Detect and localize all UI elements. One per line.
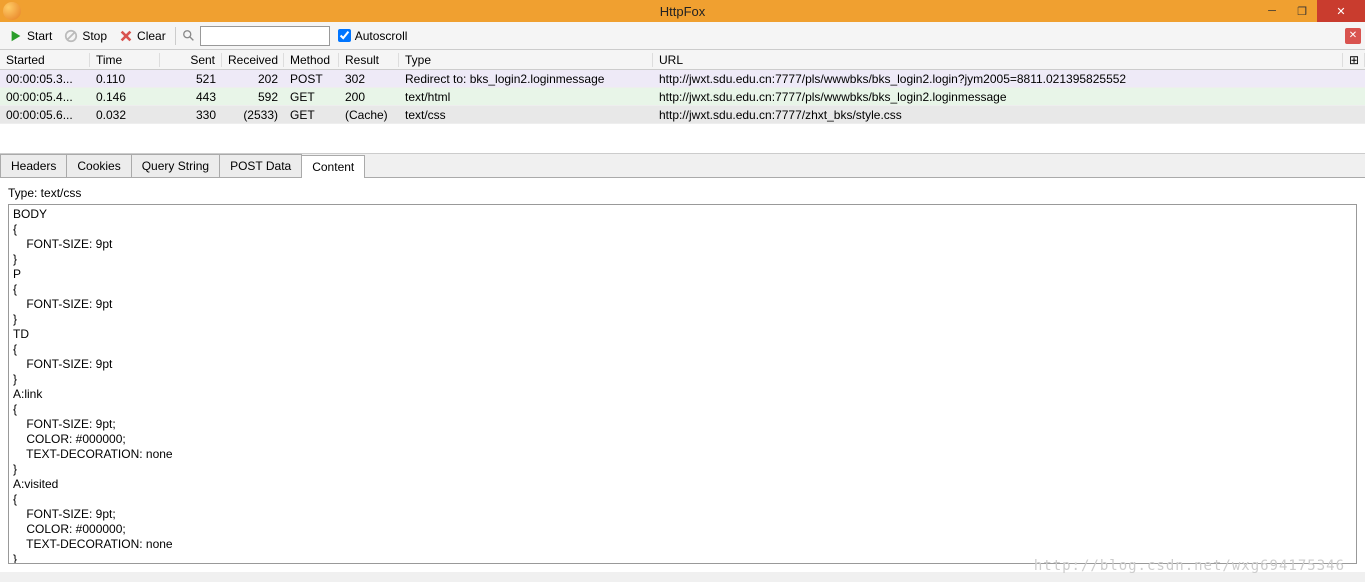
cell-result: 200 — [339, 90, 399, 104]
requests-grid: Started Time Sent Received Method Result… — [0, 50, 1365, 124]
header-result[interactable]: Result — [339, 53, 399, 67]
tab-post-data[interactable]: POST Data — [219, 154, 302, 177]
header-type[interactable]: Type — [399, 53, 653, 67]
window-title: HttpFox — [660, 4, 706, 19]
panel-close-button[interactable]: ✕ — [1345, 28, 1361, 44]
columns-picker-icon[interactable]: ⊞ — [1343, 53, 1365, 67]
window-controls: ─ ❐ ✕ — [1257, 0, 1365, 22]
detail-tabs: Headers Cookies Query String POST Data C… — [0, 154, 1365, 178]
cell-received: (2533) — [222, 108, 284, 122]
cell-method: POST — [284, 72, 339, 86]
search-input[interactable] — [200, 26, 330, 46]
cell-sent: 330 — [160, 108, 222, 122]
header-started[interactable]: Started — [0, 53, 90, 67]
table-row[interactable]: 00:00:05.6... 0.032 330 (2533) GET (Cach… — [0, 106, 1365, 124]
watermark: http://blog.csdn.net/wxg694175346 — [1034, 558, 1345, 574]
cell-started: 00:00:05.4... — [0, 90, 90, 104]
close-button[interactable]: ✕ — [1317, 0, 1365, 22]
tab-query-string[interactable]: Query String — [131, 154, 220, 177]
cell-type: Redirect to: bks_login2.loginmessage — [399, 72, 653, 86]
minimize-button[interactable]: ─ — [1257, 0, 1287, 22]
search-icon — [182, 29, 196, 43]
cell-result: 302 — [339, 72, 399, 86]
header-received[interactable]: Received — [222, 53, 284, 67]
autoscroll-checkbox[interactable] — [338, 29, 351, 42]
header-method[interactable]: Method — [284, 53, 339, 67]
cell-type: text/css — [399, 108, 653, 122]
titlebar: HttpFox ─ ❐ ✕ — [0, 0, 1365, 22]
content-type-label: Type: text/css — [8, 186, 1357, 200]
cell-received: 592 — [222, 90, 284, 104]
header-url[interactable]: URL — [653, 53, 1343, 67]
firefox-icon — [3, 2, 21, 20]
cell-time: 0.032 — [90, 108, 160, 122]
clear-icon — [119, 29, 133, 43]
cell-time: 0.110 — [90, 72, 160, 86]
start-button[interactable]: Start — [4, 27, 57, 45]
toolbar: Start Stop Clear Autoscroll ✕ — [0, 22, 1365, 50]
stop-button[interactable]: Stop — [59, 27, 112, 45]
toolbar-right: ✕ — [1345, 28, 1361, 44]
cell-method: GET — [284, 108, 339, 122]
maximize-button[interactable]: ❐ — [1287, 0, 1317, 22]
autoscroll-label: Autoscroll — [355, 29, 408, 43]
play-icon — [9, 29, 23, 43]
cell-url: http://jwxt.sdu.edu.cn:7777/pls/wwwbks/b… — [653, 90, 1343, 104]
tab-content[interactable]: Content — [301, 155, 365, 178]
cell-method: GET — [284, 90, 339, 104]
start-label: Start — [27, 29, 52, 43]
cell-sent: 443 — [160, 90, 222, 104]
clear-label: Clear — [137, 29, 166, 43]
cell-url: http://jwxt.sdu.edu.cn:7777/pls/wwwbks/b… — [653, 72, 1343, 86]
table-row[interactable]: 00:00:05.3... 0.110 521 202 POST 302 Red… — [0, 70, 1365, 88]
cell-started: 00:00:05.3... — [0, 72, 90, 86]
grid-spacer — [0, 124, 1365, 154]
cell-received: 202 — [222, 72, 284, 86]
tab-cookies[interactable]: Cookies — [66, 154, 131, 177]
stop-icon — [64, 29, 78, 43]
stop-label: Stop — [82, 29, 107, 43]
header-time[interactable]: Time — [90, 53, 160, 67]
autoscroll-option[interactable]: Autoscroll — [338, 29, 408, 43]
clear-button[interactable]: Clear — [114, 27, 171, 45]
content-body[interactable]: BODY { FONT-SIZE: 9pt } P { FONT-SIZE: 9… — [8, 204, 1357, 564]
cell-time: 0.146 — [90, 90, 160, 104]
tab-headers[interactable]: Headers — [0, 154, 67, 177]
separator — [175, 27, 176, 45]
grid-header: Started Time Sent Received Method Result… — [0, 50, 1365, 70]
cell-type: text/html — [399, 90, 653, 104]
table-row[interactable]: 00:00:05.4... 0.146 443 592 GET 200 text… — [0, 88, 1365, 106]
header-sent[interactable]: Sent — [160, 53, 222, 67]
cell-started: 00:00:05.6... — [0, 108, 90, 122]
cell-sent: 521 — [160, 72, 222, 86]
cell-result: (Cache) — [339, 108, 399, 122]
cell-url: http://jwxt.sdu.edu.cn:7777/zhxt_bks/sty… — [653, 108, 1343, 122]
content-panel: Type: text/css BODY { FONT-SIZE: 9pt } P… — [0, 178, 1365, 572]
